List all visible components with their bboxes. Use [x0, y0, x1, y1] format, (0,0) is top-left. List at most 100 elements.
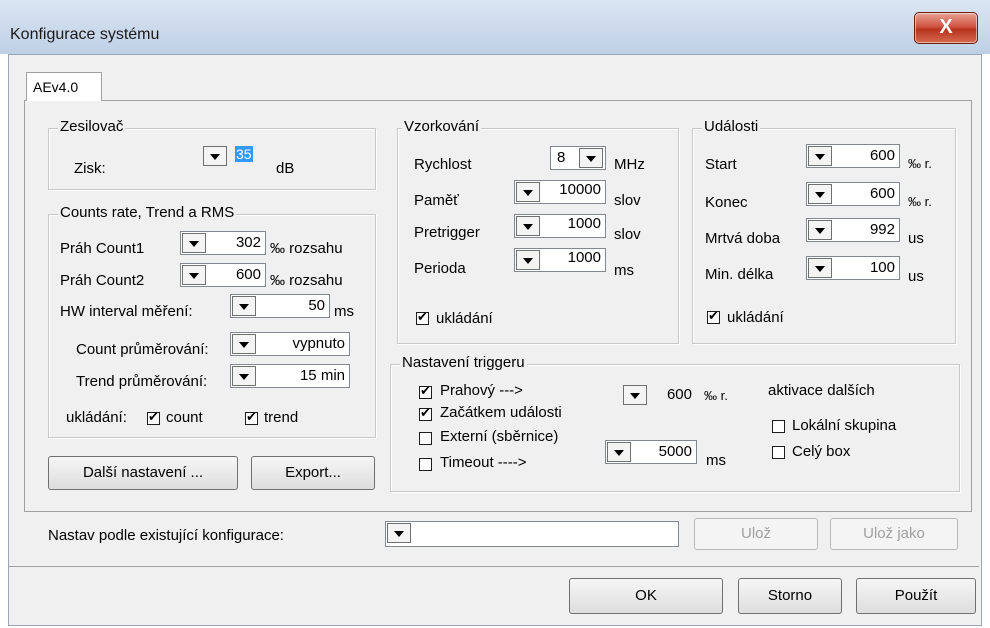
timeout-combo[interactable]: 5000 [605, 440, 697, 464]
prah2-unit: ‰ rozsahu [270, 272, 343, 289]
chevron-down-icon[interactable] [387, 523, 411, 543]
min-delka-label: Min. délka [705, 266, 774, 283]
trend-avg-combo[interactable]: 15 min [230, 364, 350, 388]
group-udalosti-legend: Události [702, 118, 761, 135]
nastav-label: Nastav podle existující konfigurace: [48, 527, 284, 544]
zisk-combo[interactable]: 35 [203, 146, 265, 170]
chevron-down-icon[interactable] [516, 182, 540, 202]
rychlost-label: Rychlost [414, 156, 472, 173]
dalsi-nastaveni-button[interactable]: Další nastavení ... [48, 456, 238, 490]
rychlost-combo[interactable]: 8 [550, 146, 606, 170]
start-unit: ‰ r. [908, 156, 932, 171]
uloz-button[interactable]: Ulož [694, 518, 818, 550]
chevron-down-icon[interactable] [203, 146, 227, 166]
chevron-down-icon[interactable] [579, 148, 603, 168]
konec-value: 600 [869, 185, 895, 202]
lokalni-checkbox[interactable] [772, 420, 785, 433]
chevron-down-icon[interactable] [623, 385, 647, 405]
chevron-down-icon[interactable] [808, 220, 832, 240]
hw-combo[interactable]: 50 [230, 294, 330, 318]
uloz-jako-button[interactable]: Ulož jako [830, 518, 958, 550]
perioda-combo[interactable]: 1000 [514, 248, 606, 272]
udalosti-ukladani-checkbox[interactable] [707, 308, 720, 324]
trend-avg-label: Trend průměrování: [76, 373, 208, 390]
mrtva-unit: us [908, 230, 924, 247]
zisk-unit: dB [276, 160, 295, 177]
min-delka-combo[interactable]: 100 [806, 256, 900, 280]
prah1-label: Práh Count1 [60, 240, 145, 257]
prah1-value: 302 [235, 234, 261, 251]
group-counts-legend: Counts rate, Trend a RMS [58, 204, 237, 221]
storno-button[interactable]: Storno [738, 578, 842, 614]
externi-checkbox[interactable] [419, 432, 432, 445]
udalosti-ukladani-label: ukládání [727, 309, 784, 326]
prahovy-unit: ‰ r. [704, 388, 728, 403]
ok-button[interactable]: OK [569, 578, 723, 614]
export-button[interactable]: Export... [251, 456, 375, 490]
chevron-down-icon[interactable] [808, 146, 832, 166]
chevron-down-icon[interactable] [607, 442, 631, 462]
pamet-label: Paměť [414, 192, 459, 209]
chevron-down-icon[interactable] [232, 366, 256, 386]
tab-aev4[interactable]: AEv4.0 [26, 72, 102, 101]
min-delka-unit: us [908, 268, 924, 285]
group-zesilovac-legend: Zesilovač [58, 118, 126, 135]
konec-label: Konec [705, 194, 748, 211]
perioda-label: Perioda [414, 260, 466, 277]
trend-checkbox[interactable] [245, 409, 258, 425]
chevron-down-icon[interactable] [516, 216, 540, 236]
group-vzorkovani-legend: Vzorkování [402, 118, 482, 135]
chevron-down-icon[interactable] [232, 296, 256, 316]
zisk-value[interactable]: 35 [235, 146, 253, 162]
start-combo[interactable]: 600 [806, 144, 900, 168]
nastav-combo[interactable] [385, 521, 679, 547]
chevron-down-icon[interactable] [516, 250, 540, 270]
pamet-value: 10000 [559, 181, 601, 198]
mrtva-value: 992 [869, 221, 895, 238]
zacatkem-checkbox[interactable] [419, 405, 432, 421]
prah2-combo[interactable]: 600 [180, 263, 266, 287]
chevron-down-icon[interactable] [808, 258, 832, 278]
cely-box-label: Celý box [792, 443, 851, 460]
count-avg-combo[interactable]: vypnuto [230, 332, 350, 356]
timeout-value: 5000 [658, 443, 692, 460]
konec-combo[interactable]: 600 [806, 182, 900, 206]
pretrigger-combo[interactable]: 1000 [514, 214, 606, 238]
prahovy-value: 600 [666, 386, 692, 403]
separator [9, 566, 979, 567]
count-checkbox-label: count [166, 409, 203, 426]
timeout-checkbox[interactable] [419, 458, 432, 471]
vzorkovani-ukladani-label: ukládání [436, 310, 493, 327]
prah2-value: 600 [235, 266, 261, 283]
hw-unit: ms [334, 303, 354, 320]
window-title: Konfigurace systému [10, 26, 160, 43]
prahovy-checkbox[interactable] [419, 383, 432, 399]
close-button[interactable]: X [914, 12, 978, 44]
mrtva-combo[interactable]: 992 [806, 218, 900, 242]
start-value: 600 [869, 147, 895, 164]
chevron-down-icon[interactable] [182, 265, 206, 285]
prah1-combo[interactable]: 302 [180, 231, 266, 255]
prahovy-label: Prahový ---> [440, 382, 523, 399]
pretrigger-label: Pretrigger [414, 224, 480, 241]
cely-box-checkbox[interactable] [772, 446, 785, 459]
pamet-combo[interactable]: 10000 [514, 180, 606, 204]
counts-save-label: ukládání: [66, 409, 127, 426]
count-avg-label: Count průměrování: [76, 341, 209, 358]
count-avg-value: vypnuto [292, 335, 345, 352]
vzorkovani-ukladani-checkbox[interactable] [416, 309, 429, 325]
timeout-label: Timeout ----> [440, 454, 527, 471]
chevron-down-icon[interactable] [232, 334, 256, 354]
timeout-unit: ms [706, 452, 726, 469]
hw-label: HW interval měření: [60, 303, 193, 320]
zacatkem-label: Začátkem události [440, 404, 562, 421]
pouzit-button[interactable]: Použít [856, 578, 976, 614]
chevron-down-icon[interactable] [808, 184, 832, 204]
min-delka-value: 100 [869, 259, 895, 276]
hw-value: 50 [308, 297, 325, 314]
count-checkbox[interactable] [147, 409, 160, 425]
konec-unit: ‰ r. [908, 194, 932, 209]
pretrigger-unit: slov [614, 226, 641, 243]
prahovy-combo[interactable]: 600 [622, 384, 696, 408]
chevron-down-icon[interactable] [182, 233, 206, 253]
